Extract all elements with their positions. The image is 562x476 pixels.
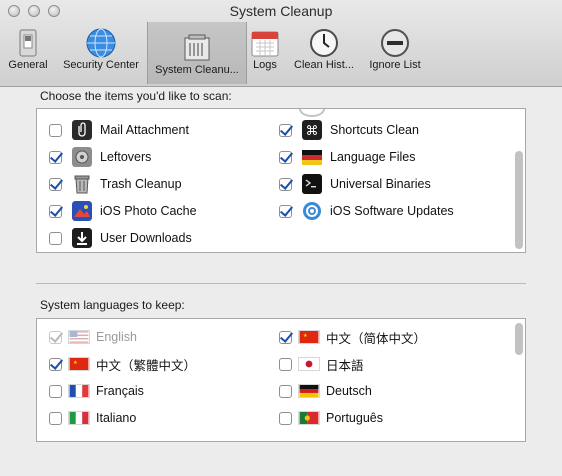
toolbar-label: General xyxy=(8,59,48,71)
toolbar-label: Clean Hist... xyxy=(294,59,354,71)
toolbar-logs[interactable]: Logs xyxy=(246,23,284,79)
command-key-icon: ⌘ xyxy=(302,120,322,140)
checkbox[interactable] xyxy=(49,150,62,164)
language-label: Français xyxy=(96,384,144,398)
it-flag-icon xyxy=(68,411,90,425)
scan-item-shortcuts-clean[interactable]: ⌘ Shortcuts Clean xyxy=(279,120,419,140)
fr-flag-icon xyxy=(68,384,90,398)
checkbox[interactable] xyxy=(279,177,292,191)
scan-item-label: iOS Photo Cache xyxy=(100,204,197,218)
jp-flag-icon xyxy=(298,357,320,371)
checkbox[interactable] xyxy=(49,330,62,344)
cn-flag-icon: ★ xyxy=(68,357,90,371)
scan-item-label: Universal Binaries xyxy=(330,177,431,191)
checkbox[interactable] xyxy=(49,204,62,218)
checkbox[interactable] xyxy=(49,123,62,137)
checkbox[interactable] xyxy=(49,177,62,191)
scan-item-universal-binaries[interactable]: Universal Binaries xyxy=(279,174,431,194)
scan-item-ios-software-updates[interactable]: iOS Software Updates xyxy=(279,201,454,221)
scan-item-label: Language Files xyxy=(330,150,416,164)
languages-panel-scrollbar[interactable] xyxy=(515,323,523,355)
photo-icon xyxy=(72,201,92,221)
paperclip-icon xyxy=(72,120,92,140)
cn-flag-icon: ★ xyxy=(298,330,320,344)
window-title: System Cleanup xyxy=(229,3,333,19)
window-toolbar: System Cleanup General Security Center S… xyxy=(0,0,562,87)
svg-text:★: ★ xyxy=(73,360,78,366)
scan-item-user-downloads[interactable]: User Downloads xyxy=(49,228,192,248)
scan-item-label: User Downloads xyxy=(100,231,192,245)
checkbox[interactable] xyxy=(49,357,62,371)
checkbox[interactable] xyxy=(279,123,292,137)
toolbar-clean-history[interactable]: Clean Hist... xyxy=(288,23,360,79)
toolbar-label: Ignore List xyxy=(369,59,421,71)
trash-can-icon xyxy=(184,34,210,61)
pt-flag-icon xyxy=(298,411,320,425)
checkbox[interactable] xyxy=(279,330,292,344)
scan-item-leftovers[interactable]: Leftovers xyxy=(49,147,151,167)
checkbox[interactable] xyxy=(49,231,62,245)
toolbar-security-center[interactable]: Security Center xyxy=(56,23,146,79)
language-label: 中文（繁體中文） xyxy=(96,358,197,373)
leftovers-icon xyxy=(72,147,92,167)
language-item-japanese[interactable]: 日本語 xyxy=(279,354,364,374)
checkbox[interactable] xyxy=(279,357,292,371)
minus-circle-icon xyxy=(381,29,409,57)
language-item-german[interactable]: Deutsch xyxy=(279,381,372,401)
ios-update-icon xyxy=(303,202,321,220)
de-flag-icon xyxy=(298,384,320,398)
checkbox[interactable] xyxy=(49,411,62,425)
checkbox[interactable] xyxy=(49,384,62,398)
calendar-icon xyxy=(251,31,279,57)
language-label: Português xyxy=(326,411,383,425)
language-item-italian[interactable]: Italiano xyxy=(49,408,136,428)
scan-section-label: Choose the items you'd like to scan: xyxy=(40,89,232,103)
language-label: 中文（简体中文） xyxy=(326,331,427,346)
scan-item-ios-photo-cache[interactable]: iOS Photo Cache xyxy=(49,201,197,221)
switch-icon xyxy=(19,29,37,57)
globe-icon xyxy=(86,28,116,58)
scan-item-mail-attachment[interactable]: Mail Attachment xyxy=(49,120,189,140)
toolbar-label: Security Center xyxy=(63,59,139,71)
scan-item-language-files[interactable]: Language Files xyxy=(279,147,415,167)
scan-item-label: Leftovers xyxy=(100,150,152,164)
checkbox[interactable] xyxy=(279,411,292,425)
flag-icon xyxy=(302,150,322,165)
svg-text:⌘: ⌘ xyxy=(306,124,319,139)
language-label: Italiano xyxy=(96,411,137,425)
toolbar-label: System Cleanu... xyxy=(155,64,239,76)
section-divider xyxy=(36,283,526,284)
svg-text:★: ★ xyxy=(303,333,308,339)
language-section-label: System languages to keep: xyxy=(40,298,185,312)
language-item-simplified-chinese[interactable]: ★ 中文（简体中文） xyxy=(279,327,426,347)
scan-item-trash-cleanup[interactable]: Trash Cleanup xyxy=(49,174,182,194)
checkbox[interactable] xyxy=(279,150,292,164)
language-label: Deutsch xyxy=(326,384,372,398)
terminal-icon xyxy=(302,174,322,194)
toolbar-system-cleanup[interactable]: System Cleanu... xyxy=(147,22,247,84)
language-item-traditional-chinese[interactable]: ★ 中文（繁體中文） xyxy=(49,354,196,374)
language-item-english[interactable]: English xyxy=(49,327,137,347)
toolbar-ignore-list[interactable]: Ignore List xyxy=(364,23,426,79)
partial-item-icon xyxy=(299,109,325,117)
scan-item-label: Mail Attachment xyxy=(100,123,189,137)
checkbox[interactable] xyxy=(279,384,292,398)
scan-item-label: iOS Software Updates xyxy=(330,204,454,218)
languages-panel: English ★ 中文（繁體中文） Français Italiano ★ 中… xyxy=(36,318,526,442)
toolbar-label: Logs xyxy=(253,59,277,71)
language-label: English xyxy=(96,330,137,344)
trash-icon xyxy=(74,175,90,194)
scan-item-label: Shortcuts Clean xyxy=(330,123,419,137)
checkbox[interactable] xyxy=(279,204,292,218)
us-flag-icon xyxy=(68,330,90,344)
scan-item-label: Trash Cleanup xyxy=(100,177,182,191)
toolbar-general[interactable]: General xyxy=(4,23,52,79)
language-item-french[interactable]: Français xyxy=(49,381,144,401)
scan-panel-scrollbar[interactable] xyxy=(515,151,523,249)
download-icon xyxy=(72,228,92,248)
scan-items-panel: Mail Attachment Leftovers Trash Cleanup … xyxy=(36,108,526,253)
language-label: 日本語 xyxy=(326,358,364,373)
clock-icon xyxy=(310,29,338,57)
language-item-portuguese[interactable]: Português xyxy=(279,408,383,428)
